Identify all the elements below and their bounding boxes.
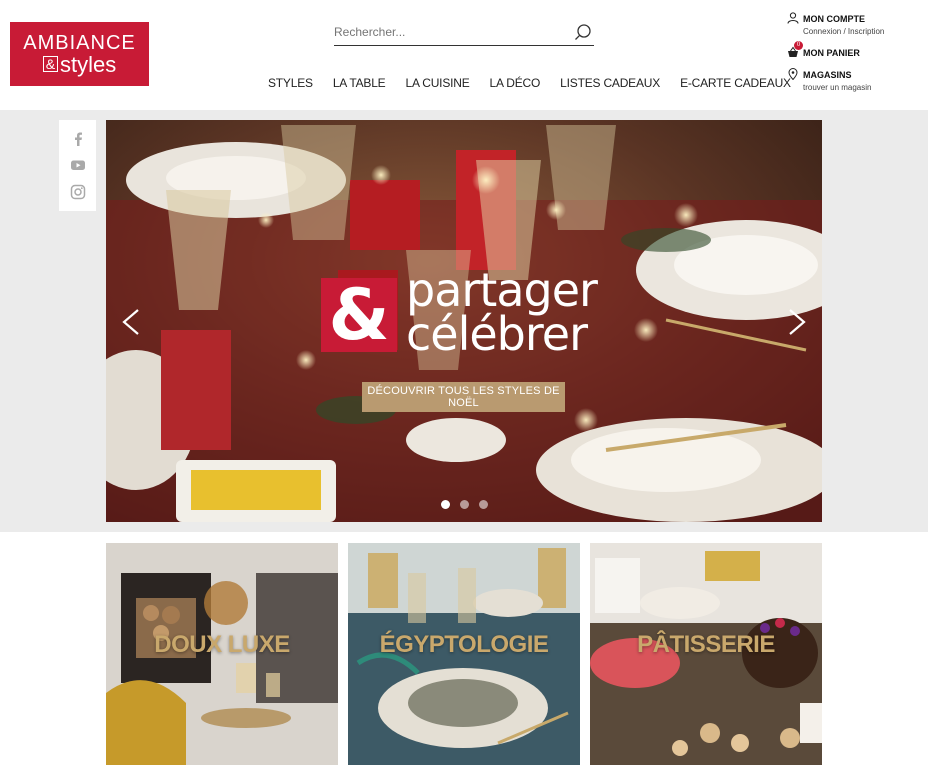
- carousel-dot-2[interactable]: [460, 500, 469, 509]
- social-links: [59, 120, 96, 211]
- nav-item-e-carte-cadeaux[interactable]: E-CARTE CADEAUX: [670, 76, 801, 94]
- location-pin-icon: [788, 68, 798, 80]
- account-links: MON COMPTE Connexion / Inscription 0 MON…: [787, 12, 925, 102]
- youtube-icon[interactable]: [70, 157, 86, 173]
- brand-logo-line1: AMBIANCE: [23, 31, 136, 54]
- my-cart-title: MON PANIER: [803, 48, 860, 58]
- carousel-prev-icon[interactable]: [116, 304, 146, 340]
- carousel-dots: [441, 500, 488, 509]
- search-bar: [334, 20, 594, 46]
- my-cart-link[interactable]: 0 MON PANIER: [787, 41, 925, 60]
- nav-item-la-table[interactable]: LA TABLE: [323, 76, 396, 94]
- main-nav: STYLES LA TABLE LA CUISINE LA DÉCO LISTE…: [258, 76, 801, 94]
- category-tile-doux-luxe[interactable]: DOUX LUXE: [106, 543, 338, 765]
- stores-subtitle[interactable]: trouver un magasin: [803, 82, 925, 94]
- my-account-subtitle[interactable]: Connexion / Inscription: [803, 26, 925, 38]
- carousel-dot-3[interactable]: [479, 500, 488, 509]
- instagram-icon[interactable]: [70, 184, 86, 200]
- cart-count-badge: 0: [794, 41, 803, 50]
- brand-logo-line2: & styles: [42, 53, 116, 76]
- discover-noel-styles-button[interactable]: DÉCOUVRIR TOUS LES STYLES DE NOËL: [362, 382, 565, 412]
- category-tile-egyptologie[interactable]: ÉGYPTOLOGIE: [348, 543, 580, 765]
- my-account-title: MON COMPTE: [803, 14, 865, 24]
- tile-label-patisserie: PÂTISSERIE: [637, 631, 775, 658]
- nav-item-listes-cadeaux[interactable]: LISTES CADEAUX: [550, 76, 670, 94]
- nav-item-styles[interactable]: STYLES: [258, 76, 323, 94]
- facebook-icon[interactable]: [70, 131, 86, 147]
- search-input[interactable]: [334, 20, 564, 44]
- hero-ampersand-logo: &: [321, 278, 397, 352]
- site-header: AMBIANCE &styles STYLES LA TABLE LA CUIS…: [0, 0, 928, 110]
- stores-title: MAGASINS: [803, 70, 852, 80]
- hero-headline-line2: célébrer: [406, 307, 588, 361]
- carousel-next-icon[interactable]: [782, 304, 812, 340]
- my-account-link[interactable]: MON COMPTE Connexion / Inscription: [787, 12, 925, 38]
- carousel-dot-1[interactable]: [441, 500, 450, 509]
- stores-link[interactable]: MAGASINS trouver un magasin: [787, 68, 925, 94]
- search-icon[interactable]: [574, 23, 592, 41]
- category-tile-patisserie[interactable]: PÂTISSERIE: [590, 543, 822, 765]
- tile-label-doux-luxe: DOUX LUXE: [154, 631, 290, 658]
- nav-item-la-cuisine[interactable]: LA CUISINE: [396, 76, 480, 94]
- nav-item-la-deco[interactable]: LA DÉCO: [480, 76, 551, 94]
- hero-carousel[interactable]: & partager célébrer DÉCOUVRIR TOUS LES S…: [106, 120, 822, 522]
- user-icon: [787, 12, 799, 24]
- tile-label-egyptologie: ÉGYPTOLOGIE: [379, 631, 549, 658]
- brand-logo[interactable]: AMBIANCE & styles: [10, 22, 149, 86]
